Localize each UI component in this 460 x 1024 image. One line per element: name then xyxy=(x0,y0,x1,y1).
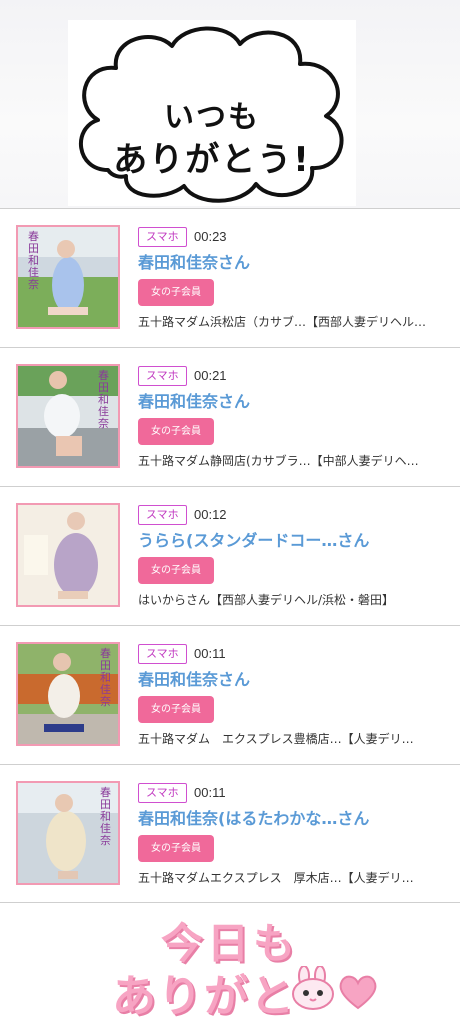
list-item[interactable]: 春田和佳奈 スマホ 00:11 春田和佳奈(はるたわかな…さん 女の子会員 五十… xyxy=(0,764,460,903)
bottom-banner-line-2: ありがと xyxy=(112,971,296,1022)
access-time: 00:21 xyxy=(194,368,227,383)
smartphone-badge: スマホ xyxy=(138,227,187,247)
banner-line-1: いつも xyxy=(164,100,260,135)
list-item[interactable]: 春田和佳奈 スマホ 00:23 春田和佳奈さん 女の子会員 五十路マダム浜松店（… xyxy=(0,208,460,347)
heart-icon xyxy=(339,975,377,1010)
visitor-list: 春田和佳奈 スマホ 00:23 春田和佳奈さん 女の子会員 五十路マダム浜松店（… xyxy=(0,208,460,903)
access-time: 00:23 xyxy=(194,229,227,244)
profile-photo[interactable]: 春田和佳奈 xyxy=(16,781,120,885)
shop-name: 五十路マダム静岡店(カサブラ…【中部人妻デリヘ… xyxy=(138,454,419,468)
girl-name-link[interactable]: 春田和佳奈さん xyxy=(138,669,250,691)
shop-name: 五十路マダムエクスプレス 厚木店…【人妻デリ… xyxy=(138,871,414,885)
smartphone-badge: スマホ xyxy=(138,783,187,803)
member-badge-button[interactable]: 女の子会員 xyxy=(138,279,214,306)
member-badge-button[interactable]: 女の子会員 xyxy=(138,696,214,723)
bunny-icon xyxy=(292,966,334,1010)
profile-photo[interactable]: 春田和佳奈 xyxy=(16,364,120,468)
shop-name: はいからさん【西部人妻デリヘル/浜松・磐田】 xyxy=(138,593,395,607)
girl-name-link[interactable]: 春田和佳奈さん xyxy=(138,391,250,413)
access-time: 00:11 xyxy=(194,646,226,661)
shop-name: 五十路マダム浜松店（カサブ…【西部人妻デリヘル… xyxy=(138,315,427,329)
photo-image xyxy=(18,505,118,605)
access-time: 00:12 xyxy=(194,507,227,522)
list-item[interactable]: スマホ 00:12 うらら(スタンダードコー…さん 女の子会員 はいからさん【西… xyxy=(0,486,460,625)
cloud-illustration: いつも ありがとう! xyxy=(68,20,356,206)
profile-photo[interactable] xyxy=(16,503,120,607)
list-item[interactable]: 春田和佳奈 スマホ 00:11 春田和佳奈さん 女の子会員 五十路マダム エクス… xyxy=(0,625,460,764)
member-badge-button[interactable]: 女の子会員 xyxy=(138,418,214,445)
banner-line-2: ありがとう! xyxy=(113,140,311,180)
smartphone-badge: スマホ xyxy=(138,505,187,525)
girl-name-link[interactable]: 春田和佳奈さん xyxy=(138,252,250,274)
bottom-thanks-banner: 今日も ありがと xyxy=(0,904,460,1024)
member-badge-button[interactable]: 女の子会員 xyxy=(138,557,214,584)
profile-photo[interactable]: 春田和佳奈 xyxy=(16,225,120,329)
photo-name-text: 春田和佳奈 xyxy=(100,786,111,847)
photo-name-text: 春田和佳奈 xyxy=(100,647,111,708)
top-thanks-banner: いつも ありがとう! xyxy=(0,0,460,208)
smartphone-badge: スマホ xyxy=(138,366,187,386)
girl-name-link[interactable]: うらら(スタンダードコー…さん xyxy=(138,530,369,552)
smartphone-badge: スマホ xyxy=(138,644,187,664)
shop-name: 五十路マダム エクスプレス豊橋店…【人妻デリ… xyxy=(138,732,414,746)
list-item[interactable]: 春田和佳奈 スマホ 00:21 春田和佳奈さん 女の子会員 五十路マダム静岡店(… xyxy=(0,347,460,486)
photo-name-text: 春田和佳奈 xyxy=(28,230,39,291)
profile-photo[interactable]: 春田和佳奈 xyxy=(16,642,120,746)
photo-name-text: 春田和佳奈 xyxy=(98,369,109,430)
access-time: 00:11 xyxy=(194,785,226,800)
member-badge-button[interactable]: 女の子会員 xyxy=(138,835,214,862)
girl-name-link[interactable]: 春田和佳奈(はるたわかな…さん xyxy=(138,808,369,830)
